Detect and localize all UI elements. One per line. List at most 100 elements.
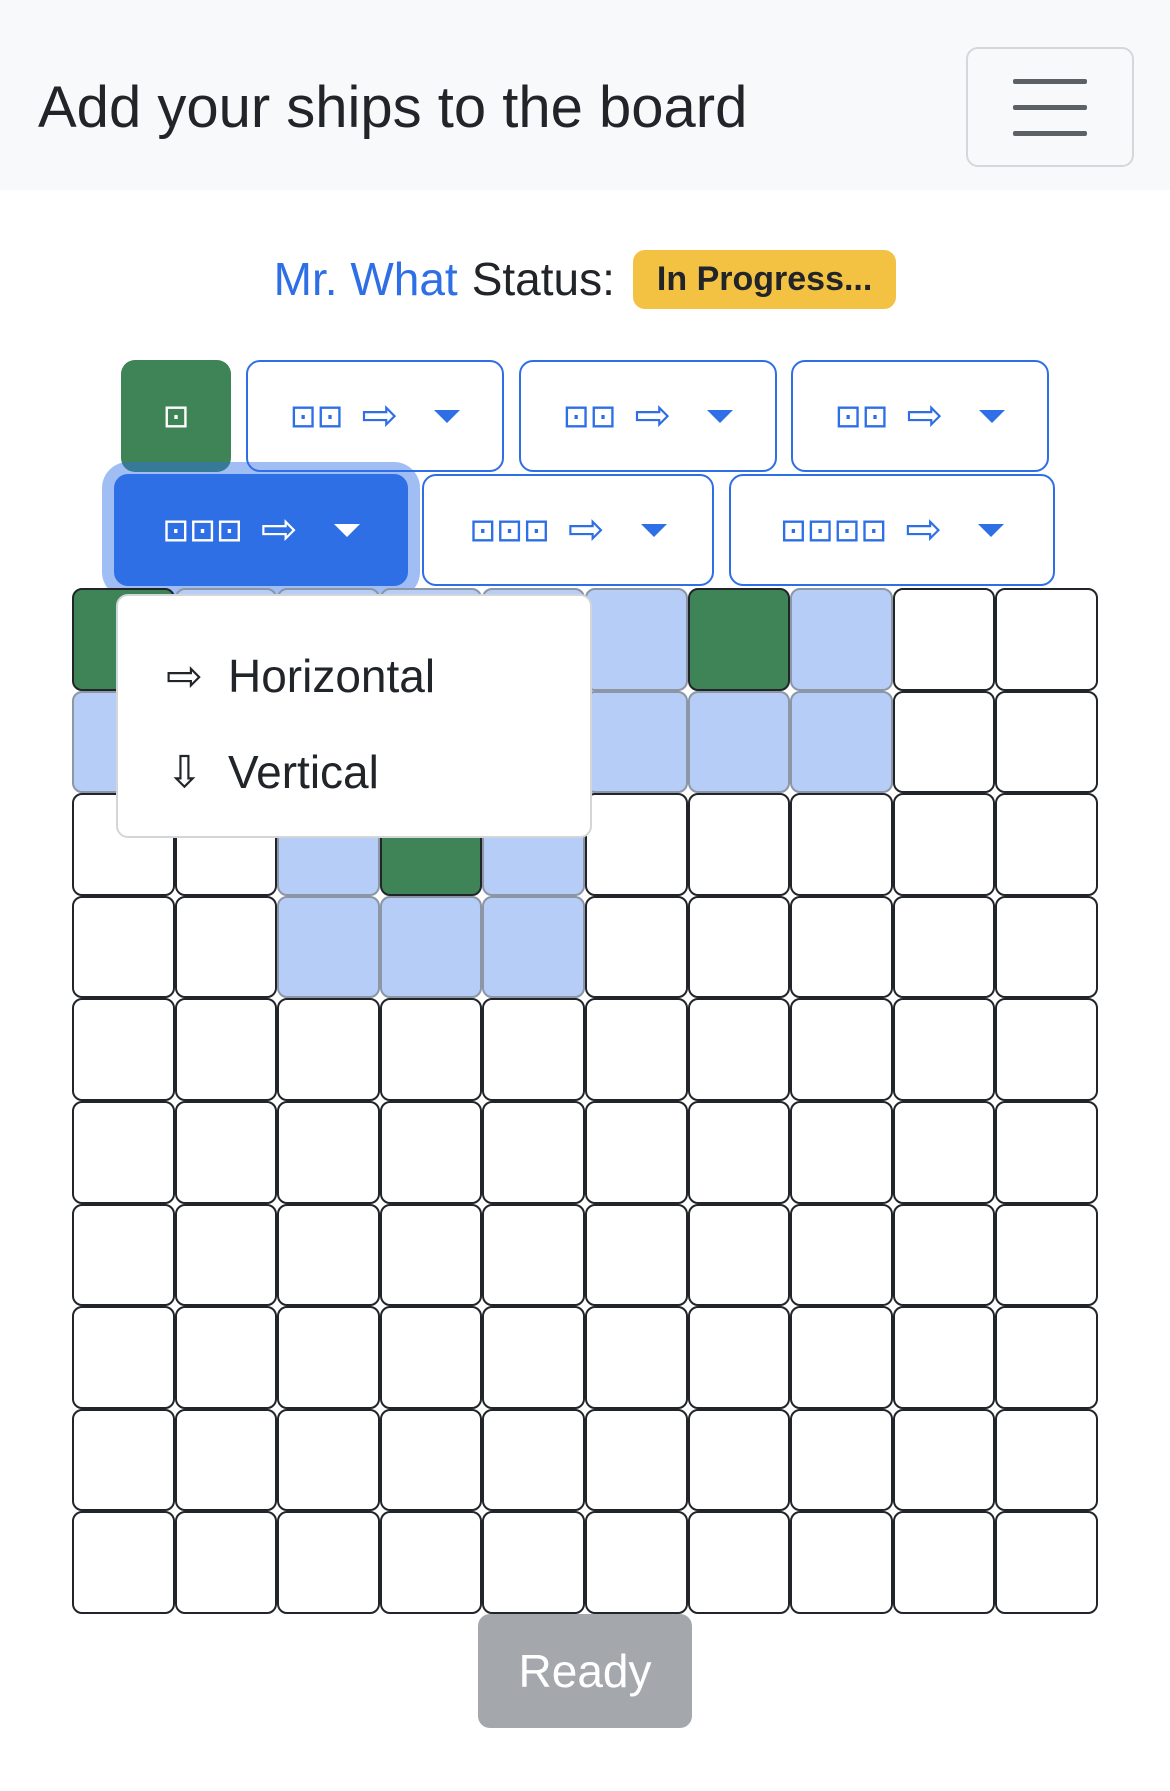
- board-cell[interactable]: [892, 1408, 996, 1512]
- board-cell[interactable]: [482, 1203, 585, 1307]
- orientation-horizontal-item[interactable]: ⇨ Horizontal: [118, 628, 590, 724]
- board-cell[interactable]: [379, 1306, 483, 1409]
- board-cell[interactable]: [482, 1306, 585, 1409]
- board-cell[interactable]: [995, 793, 1098, 896]
- board-cell[interactable]: [790, 1203, 893, 1307]
- board-cell[interactable]: [72, 1408, 175, 1512]
- board-cell[interactable]: [790, 1306, 893, 1409]
- board-cell[interactable]: [379, 1100, 483, 1204]
- board-cell[interactable]: [790, 690, 893, 794]
- board-cell[interactable]: [72, 1511, 175, 1614]
- board-cell[interactable]: [482, 895, 585, 999]
- board-cell[interactable]: [995, 1511, 1098, 1614]
- board-cell[interactable]: [790, 588, 893, 691]
- board-cell[interactable]: [174, 998, 278, 1101]
- board-cell[interactable]: [790, 895, 893, 999]
- board-cell[interactable]: [584, 1408, 688, 1512]
- board-cell[interactable]: [277, 1408, 380, 1512]
- board-cell[interactable]: [995, 588, 1098, 691]
- board-cell[interactable]: [584, 1511, 688, 1614]
- board-cell[interactable]: [995, 1306, 1098, 1409]
- board-cell[interactable]: [687, 1203, 791, 1307]
- board-cell[interactable]: [277, 1306, 380, 1409]
- board-cell[interactable]: [995, 1408, 1098, 1512]
- board-cell[interactable]: [584, 793, 688, 896]
- board-cell[interactable]: [892, 1100, 996, 1204]
- board-cell[interactable]: [379, 1511, 483, 1614]
- menu-toggle-button[interactable]: [966, 47, 1134, 167]
- board-cell[interactable]: [482, 1511, 585, 1614]
- board-cell[interactable]: [790, 1511, 893, 1614]
- ship-3a-dropdown-button[interactable]: ⊡⊡⊡ ⇨: [114, 474, 408, 586]
- board-cell[interactable]: [379, 998, 483, 1101]
- board-cell[interactable]: [892, 1306, 996, 1409]
- board-cell[interactable]: [584, 1203, 688, 1307]
- board-cell[interactable]: [790, 1100, 893, 1204]
- board-cell[interactable]: [72, 1306, 175, 1409]
- board-cell[interactable]: [790, 1408, 893, 1512]
- ship-1-button[interactable]: ⊡: [121, 360, 231, 472]
- ship-2b-dropdown-button[interactable]: ⊡⊡ ⇨: [519, 360, 777, 472]
- board-cell[interactable]: [174, 1203, 278, 1307]
- board-cell[interactable]: [687, 1408, 791, 1512]
- board-cell[interactable]: [584, 588, 688, 691]
- board-cell[interactable]: [584, 1306, 688, 1409]
- board-cell[interactable]: [277, 1100, 380, 1204]
- board-cell[interactable]: [687, 588, 791, 691]
- board-cell[interactable]: [687, 1306, 791, 1409]
- board-cell[interactable]: [995, 1100, 1098, 1204]
- board-cell[interactable]: [687, 895, 791, 999]
- board-cell[interactable]: [995, 690, 1098, 794]
- board-cell[interactable]: [892, 895, 996, 999]
- board-cell[interactable]: [379, 1203, 483, 1307]
- arrow-right-icon: ⇨: [361, 390, 399, 441]
- board-cell[interactable]: [584, 1100, 688, 1204]
- board-cell[interactable]: [379, 1408, 483, 1512]
- board-cell[interactable]: [174, 1100, 278, 1204]
- board-cell[interactable]: [277, 1203, 380, 1307]
- board-cell[interactable]: [482, 998, 585, 1101]
- board-cell[interactable]: [584, 690, 688, 794]
- board-cell[interactable]: [277, 998, 380, 1101]
- board-cell[interactable]: [482, 1100, 585, 1204]
- board-cell[interactable]: [687, 1100, 791, 1204]
- board-cell[interactable]: [687, 793, 791, 896]
- ship-4-dropdown-button[interactable]: ⊡⊡⊡⊡ ⇨: [729, 474, 1055, 586]
- board-cell[interactable]: [174, 895, 278, 999]
- board-cell[interactable]: [995, 895, 1098, 999]
- board-cell[interactable]: [790, 998, 893, 1101]
- board-cell[interactable]: [892, 998, 996, 1101]
- board-cell[interactable]: [790, 793, 893, 896]
- orientation-vertical-item[interactable]: ⇩ Vertical: [118, 724, 590, 820]
- board-cell[interactable]: [72, 1100, 175, 1204]
- ready-button[interactable]: Ready: [478, 1614, 692, 1728]
- board-cell[interactable]: [277, 1511, 380, 1614]
- board-cell[interactable]: [892, 1511, 996, 1614]
- board-cell[interactable]: [892, 588, 996, 691]
- board-cell[interactable]: [892, 1203, 996, 1307]
- board-cell[interactable]: [687, 690, 791, 794]
- page-title: Add your ships to the board: [38, 75, 748, 140]
- arrow-right-icon: ⇨: [166, 650, 203, 702]
- navbar: Add your ships to the board: [0, 0, 1170, 190]
- board-cell[interactable]: [379, 895, 483, 999]
- ship-2a-dropdown-button[interactable]: ⊡⊡ ⇨: [246, 360, 504, 472]
- ship-3b-dropdown-button[interactable]: ⊡⊡⊡ ⇨: [422, 474, 714, 586]
- board-cell[interactable]: [174, 1306, 278, 1409]
- board-cell[interactable]: [174, 1408, 278, 1512]
- board-cell[interactable]: [687, 998, 791, 1101]
- board-cell[interactable]: [687, 1511, 791, 1614]
- board-cell[interactable]: [72, 1203, 175, 1307]
- board-cell[interactable]: [995, 1203, 1098, 1307]
- board-cell[interactable]: [892, 690, 996, 794]
- board-cell[interactable]: [72, 895, 175, 999]
- board-cell[interactable]: [584, 895, 688, 999]
- ship-2c-dropdown-button[interactable]: ⊡⊡ ⇨: [791, 360, 1049, 472]
- board-cell[interactable]: [277, 895, 380, 999]
- board-cell[interactable]: [482, 1408, 585, 1512]
- board-cell[interactable]: [892, 793, 996, 896]
- board-cell[interactable]: [72, 998, 175, 1101]
- board-cell[interactable]: [584, 998, 688, 1101]
- board-cell[interactable]: [174, 1511, 278, 1614]
- board-cell[interactable]: [995, 998, 1098, 1101]
